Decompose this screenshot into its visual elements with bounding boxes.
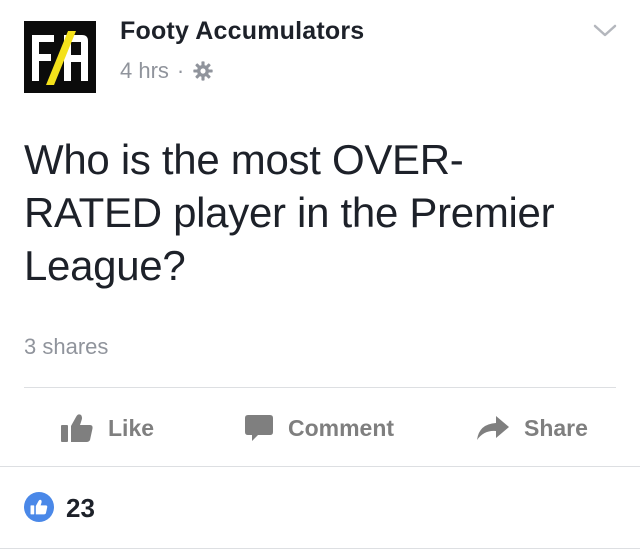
privacy-gear-icon[interactable] — [192, 60, 214, 82]
page-avatar[interactable] — [24, 21, 96, 93]
post-card: Footy Accumulators 4 hrs · Who is the mo… — [0, 0, 640, 551]
chevron-down-icon[interactable] — [592, 22, 618, 40]
post-text-line: RATED player in the Premier — [24, 189, 555, 236]
like-button[interactable]: Like — [60, 408, 154, 448]
post-timestamp[interactable]: 4 hrs — [120, 58, 169, 84]
reaction-count[interactable]: 23 — [66, 493, 95, 524]
share-label: Share — [524, 414, 588, 441]
like-thumb-icon — [60, 413, 94, 443]
meta-separator: · — [176, 58, 185, 83]
page-name-link[interactable]: Footy Accumulators — [120, 17, 364, 46]
divider — [0, 548, 640, 549]
footy-accumulators-logo — [24, 21, 96, 93]
share-arrow-icon — [476, 414, 510, 442]
like-label: Like — [108, 414, 155, 441]
divider — [0, 466, 640, 467]
comment-label: Comment — [288, 414, 395, 441]
post-text-line: League? — [24, 242, 186, 289]
divider — [24, 387, 616, 388]
shares-count[interactable]: 3 shares — [24, 334, 108, 360]
comment-button[interactable]: Comment — [244, 408, 394, 448]
comment-bubble-icon — [244, 413, 274, 443]
share-button[interactable]: Share — [476, 408, 588, 448]
like-reaction-icon[interactable] — [24, 492, 54, 522]
post-text: Who is the most OVER- RATED player in th… — [24, 133, 614, 292]
post-meta: 4 hrs · — [120, 58, 214, 84]
post-text-line: Who is the most OVER- — [24, 136, 464, 183]
